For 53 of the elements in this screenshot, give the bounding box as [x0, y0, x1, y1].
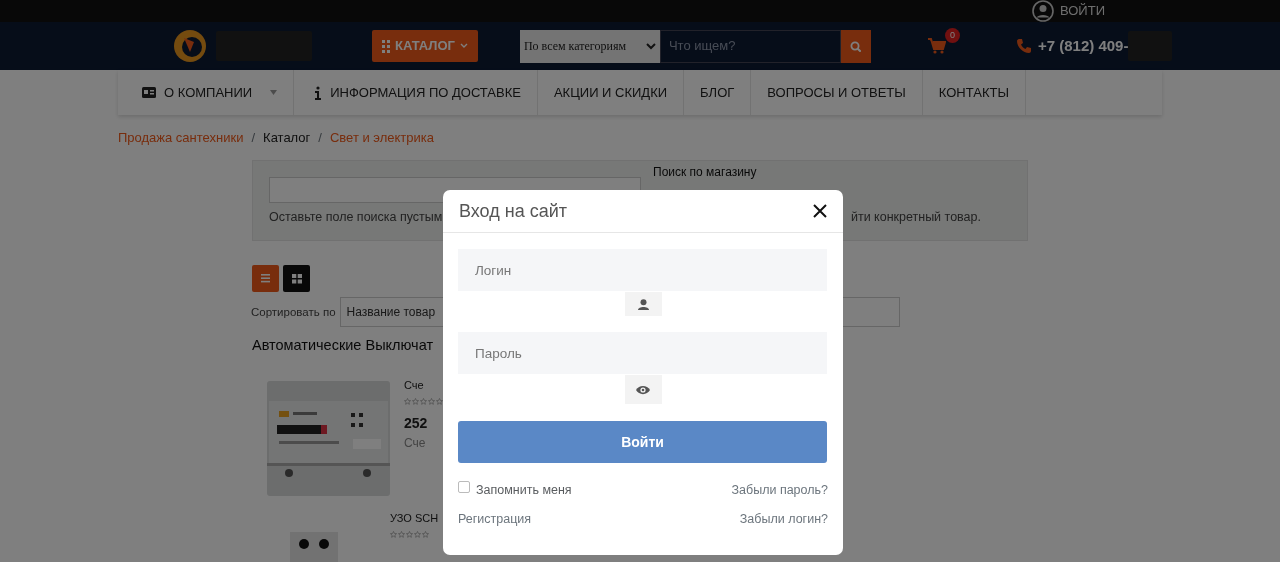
sort-label: Сортировать по — [251, 304, 336, 320]
info-icon — [314, 85, 323, 100]
password-field[interactable]: Пароль — [458, 332, 827, 374]
id-card-icon — [142, 86, 156, 99]
user-icon — [637, 298, 649, 310]
hint-text: Оставьте поле поиска пустым — [269, 208, 443, 226]
phone-number: +7 (812) 409- — [1037, 35, 1129, 56]
breadcrumb-link[interactable]: Свет и электрика — [329, 128, 434, 148]
grid-icon — [382, 39, 390, 53]
product-name: УЗО SCH — [390, 511, 439, 526]
breadcrumb-separator: / — [251, 129, 256, 147]
grid-view-button[interactable] — [283, 265, 310, 293]
logo-icon[interactable] — [172, 28, 208, 64]
search-title: Поиск по магазину — [653, 163, 757, 181]
login-link[interactable]: ВОЙТИ — [1032, 0, 1105, 22]
show-password-button[interactable] — [624, 375, 662, 404]
product-name: Сче — [404, 378, 425, 393]
forgot-login-link[interactable]: Забыли логин? — [739, 509, 828, 529]
eye-icon — [636, 384, 650, 395]
dialog-title: Вход на сайт — [459, 199, 567, 223]
product-price: 252 — [404, 413, 428, 433]
phone-icon — [1015, 38, 1032, 54]
search-field[interactable]: Что ищем? — [659, 29, 841, 63]
search-button[interactable] — [840, 29, 871, 63]
nav-item[interactable]: ИНФОРМАЦИЯ ПО ДОСТАВКЕ — [294, 70, 538, 115]
search-icon — [850, 40, 862, 52]
nav-item[interactable]: АКЦИИ И СКИДКИ — [537, 70, 685, 115]
breadcrumb-separator: / — [318, 129, 322, 147]
login-button[interactable]: Войти — [458, 421, 827, 463]
breadcrumb-item: Каталог — [263, 129, 311, 147]
checkbox-label: Запомнить меня — [476, 482, 572, 499]
nav-item[interactable]: БЛОГ — [684, 70, 752, 115]
remember-checkbox[interactable] — [458, 481, 470, 494]
register-link[interactable]: Регистрация — [458, 509, 532, 529]
grid-icon — [291, 273, 302, 284]
close-icon — [813, 204, 827, 218]
breadcrumb-link[interactable]: Продажа сантехники — [118, 128, 244, 148]
forgot-password-link[interactable]: Забыли пароль? — [731, 481, 828, 500]
close-button[interactable] — [813, 204, 827, 218]
category-select[interactable]: По всем категориям — [519, 29, 660, 63]
nav-item[interactable]: ВОПРОСЫ И ОТВЕТЫ — [751, 70, 923, 115]
cart-count-badge: 0 — [944, 28, 960, 43]
nav-item[interactable]: КОНТАКТЫ — [922, 70, 1026, 115]
product-description: Сче — [404, 434, 426, 452]
chevron-icon — [459, 43, 468, 49]
login-field[interactable]: Логин — [458, 249, 827, 291]
hint-text: йти конкретный товар. — [850, 208, 981, 226]
user-icon — [1032, 0, 1054, 22]
chevron-icon — [645, 42, 656, 50]
list-icon — [261, 274, 270, 284]
nav-item[interactable]: О КОМПАНИИ — [122, 70, 295, 115]
category-heading: Автоматические Выключат — [252, 336, 434, 356]
catalog-button[interactable]: КАТАЛОГ — [372, 30, 478, 62]
